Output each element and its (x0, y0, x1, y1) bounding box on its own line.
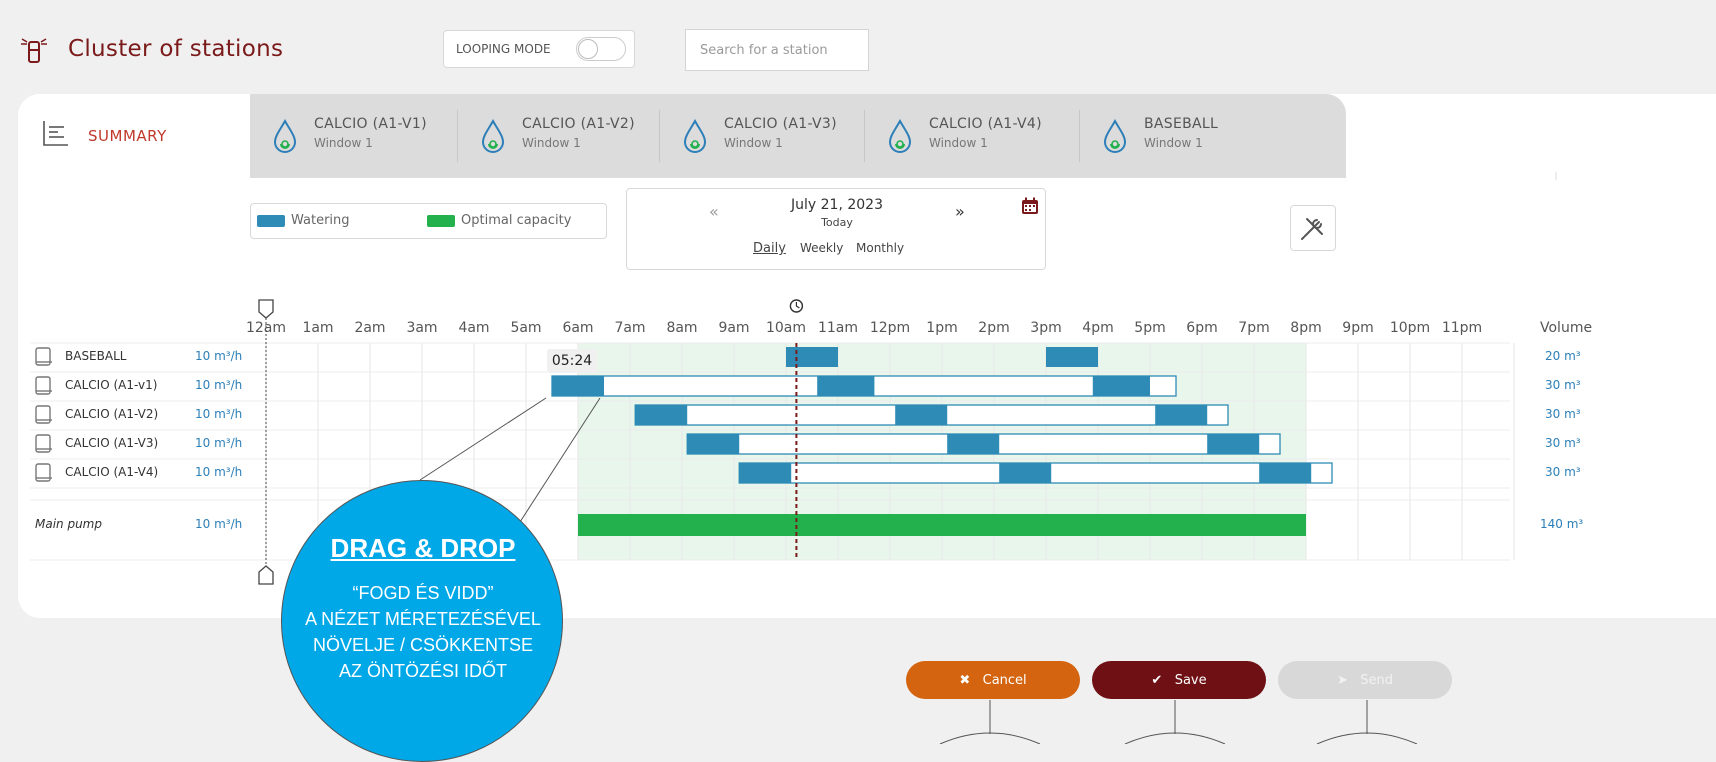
drag-drop-callout: DRAG & DROP “FOGD ÉS VIDD” A NÉZET MÉRET… (281, 480, 563, 762)
callout-line: A NÉZET MÉRETEZÉSÉVEL (305, 609, 541, 629)
callout-line: AZ ÖNTÖZÉSI IDŐT (338, 661, 507, 681)
callout-title: DRAG & DROP (330, 533, 516, 563)
callout-line: “FOGD ÉS VIDD” (352, 583, 494, 603)
callout-line: NÖVELJE / CSÖKKENTSE (312, 635, 534, 655)
callout-lines (419, 397, 1418, 744)
